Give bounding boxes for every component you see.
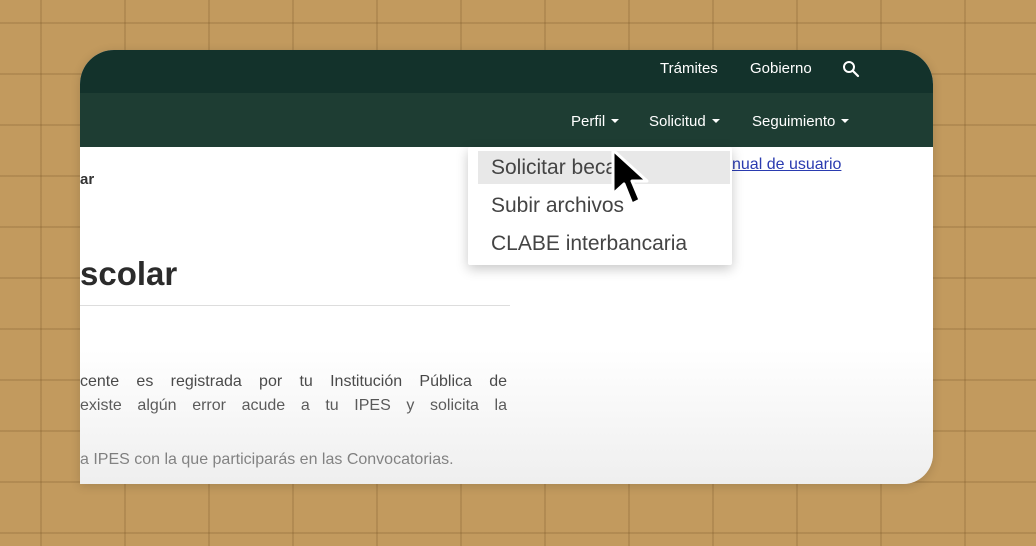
breadcrumb: ar <box>80 171 95 188</box>
top-bar: Trámites Gobierno <box>80 50 933 93</box>
menu-item-clabe-interbancaria[interactable]: CLABE interbancaria <box>478 227 730 260</box>
nav-seguimiento-label: Seguimiento <box>752 113 836 130</box>
user-manual-link[interactable]: nual de usuario <box>732 156 841 174</box>
paragraph-line: cente es registrada por tu Institución P… <box>80 373 507 390</box>
page-title: scolar <box>80 255 178 292</box>
info-paragraph: cente es registrada por tu Institución P… <box>80 370 507 418</box>
search-icon[interactable] <box>842 60 860 78</box>
browser-window: Trámites Gobierno Perfil Solicitud Segui… <box>80 50 933 484</box>
nav-solicitud[interactable]: Solicitud <box>649 113 720 130</box>
nav-perfil-label: Perfil <box>571 113 606 130</box>
caret-down-icon <box>611 119 620 123</box>
top-link-gobierno[interactable]: Gobierno <box>750 60 812 77</box>
main-nav: Perfil Solicitud Seguimiento <box>80 93 933 147</box>
nav-perfil[interactable]: Perfil <box>571 113 620 130</box>
menu-item-solicitar-beca[interactable]: Solicitar beca <box>478 151 730 184</box>
top-link-tramites[interactable]: Trámites <box>660 60 718 77</box>
menu-item-subir-archivos[interactable]: Subir archivos <box>478 189 730 222</box>
perfil-dropdown-menu: Solicitar beca Subir archivos CLABE inte… <box>468 147 732 265</box>
info-paragraph-2: a IPES con la que participarás en las Co… <box>80 451 454 468</box>
nav-solicitud-label: Solicitud <box>649 113 706 130</box>
caret-down-icon <box>711 119 720 123</box>
title-divider <box>80 305 510 306</box>
caret-down-icon <box>841 119 850 123</box>
paragraph-line: existe algún error acude a tu IPES y sol… <box>80 397 507 414</box>
nav-seguimiento[interactable]: Seguimiento <box>752 113 850 130</box>
